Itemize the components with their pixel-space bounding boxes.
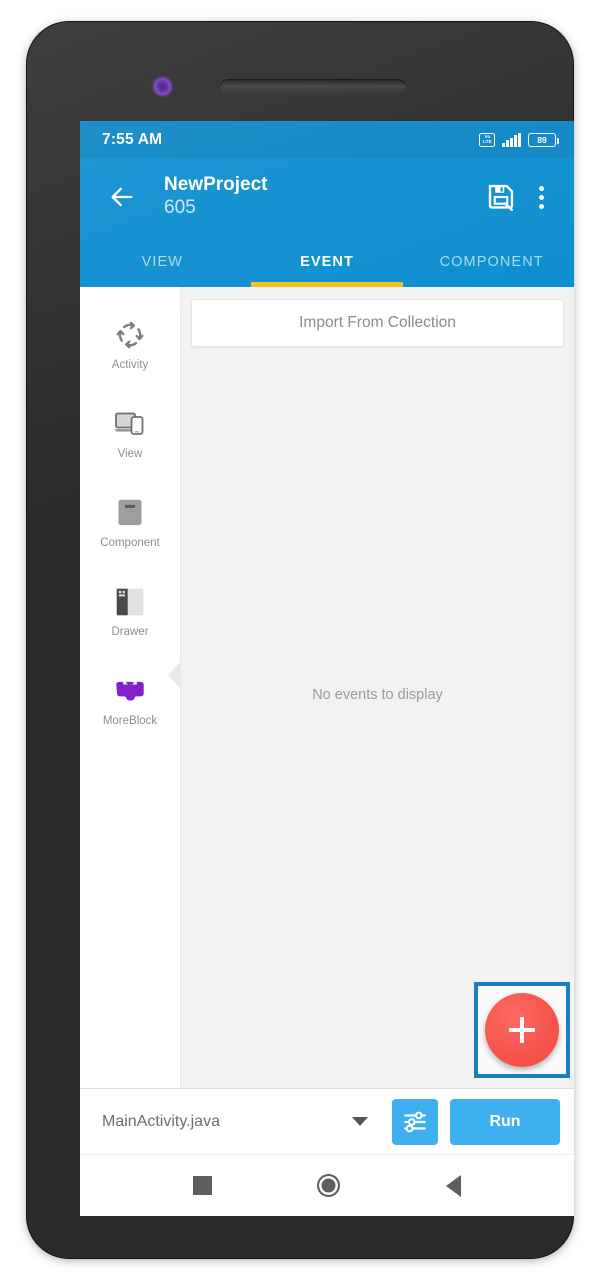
square-recents-icon[interactable] <box>192 1176 212 1195</box>
content-pane: Import From Collection No events to disp… <box>181 287 574 1088</box>
status-time: 7:55 AM <box>102 130 163 148</box>
import-from-collection-button[interactable]: Import From Collection <box>191 299 564 347</box>
sidebar: Activity View Component Drawer MoreBlock <box>80 287 181 1088</box>
front-camera-icon <box>153 77 172 96</box>
sidebar-item-moreblock[interactable]: MoreBlock <box>80 657 180 746</box>
sidebar-item-label: MoreBlock <box>102 715 158 728</box>
signal-bars-icon <box>502 132 521 147</box>
tab-bar: VIEW EVENT COMPONENT <box>80 236 574 287</box>
triangle-back-icon[interactable] <box>446 1174 462 1197</box>
editor-body: Activity View Component Drawer MoreBlock… <box>80 287 574 1088</box>
bottom-action-bar: MainActivity.java Run <box>80 1088 574 1154</box>
drawer-icon <box>114 586 146 618</box>
run-button-label: Run <box>489 1112 521 1130</box>
sliders-icon <box>404 1111 426 1132</box>
recycle-arrows-icon <box>114 319 146 351</box>
page-subtitle: 605 <box>164 197 196 219</box>
tab-view-label: VIEW <box>141 253 184 270</box>
arrow-left-icon <box>111 187 133 207</box>
volte-icon: Vo LTE <box>479 132 496 147</box>
sidebar-item-activity[interactable]: Activity <box>80 301 180 390</box>
overflow-menu-button[interactable] <box>524 174 558 220</box>
sidebar-item-component[interactable]: Component <box>80 479 180 568</box>
devices-icon <box>114 408 146 440</box>
import-from-collection-label: Import From Collection <box>299 314 456 331</box>
status-bar: 7:55 AM Vo LTE 89 <box>80 121 574 158</box>
android-nav-bar <box>80 1154 574 1216</box>
volte-bottom-label: LTE <box>483 138 492 144</box>
page-title: NewProject <box>164 174 268 196</box>
run-button[interactable]: Run <box>450 1098 560 1145</box>
earpiece-speaker-icon <box>220 79 406 95</box>
sidebar-item-label: Drawer <box>111 626 149 639</box>
tab-component-label: COMPONENT <box>439 253 544 270</box>
tab-view[interactable]: VIEW <box>80 236 245 287</box>
sidebar-selection-pointer <box>168 661 181 689</box>
sidebar-item-drawer[interactable]: Drawer <box>80 568 180 657</box>
save-floppy-icon <box>488 184 514 211</box>
title-block: NewProject 605 <box>142 174 478 220</box>
phone-screen: 7:55 AM Vo LTE 89 NewProject 605 VIEW EV… <box>80 121 574 1216</box>
sidebar-item-view[interactable]: View <box>80 390 180 479</box>
sidebar-item-label: Activity <box>111 359 149 372</box>
app-bar: NewProject 605 <box>80 158 574 236</box>
puzzle-block-icon <box>114 675 146 707</box>
file-select-value: MainActivity.java <box>102 1112 220 1130</box>
file-select-dropdown[interactable]: MainActivity.java <box>102 1113 380 1131</box>
tab-component[interactable]: COMPONENT <box>409 236 574 287</box>
chevron-down-icon <box>352 1117 368 1126</box>
tab-event-label: EVENT <box>300 253 354 270</box>
add-event-fab[interactable] <box>485 993 559 1067</box>
battery-level-label: 89 <box>537 134 547 145</box>
back-button[interactable] <box>102 177 142 217</box>
more-vertical-icon <box>538 185 544 209</box>
component-square-icon <box>114 497 146 529</box>
save-button[interactable] <box>478 174 524 220</box>
phone-device-frame: 7:55 AM Vo LTE 89 NewProject 605 VIEW EV… <box>27 22 574 1258</box>
circle-home-icon[interactable] <box>317 1174 341 1197</box>
empty-state-message: No events to display <box>312 687 443 703</box>
status-icons: Vo LTE 89 <box>479 132 559 147</box>
fab-selection-highlight <box>474 982 570 1078</box>
battery-icon: 89 <box>528 132 559 147</box>
sidebar-item-label: View <box>117 448 143 461</box>
tab-event[interactable]: EVENT <box>245 236 410 287</box>
sidebar-item-label: Component <box>100 537 160 550</box>
project-settings-button[interactable] <box>392 1098 438 1145</box>
